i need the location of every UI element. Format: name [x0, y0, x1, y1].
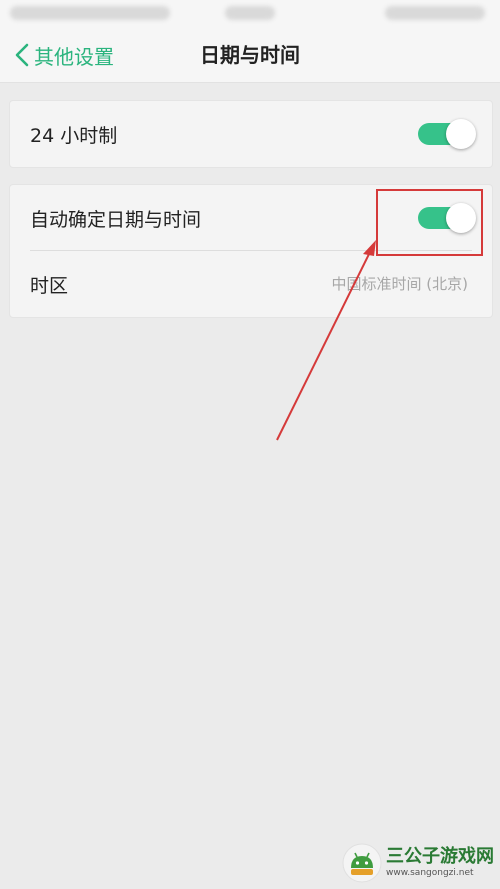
- annotation-arrow: [276, 240, 376, 441]
- watermark-url: www.sangongzi.net: [386, 868, 474, 878]
- watermark-name: 三公子游戏网: [386, 846, 494, 867]
- watermark: 三公子游戏网 www.sangongzi.net: [342, 843, 494, 883]
- android-logo-icon: [342, 843, 382, 883]
